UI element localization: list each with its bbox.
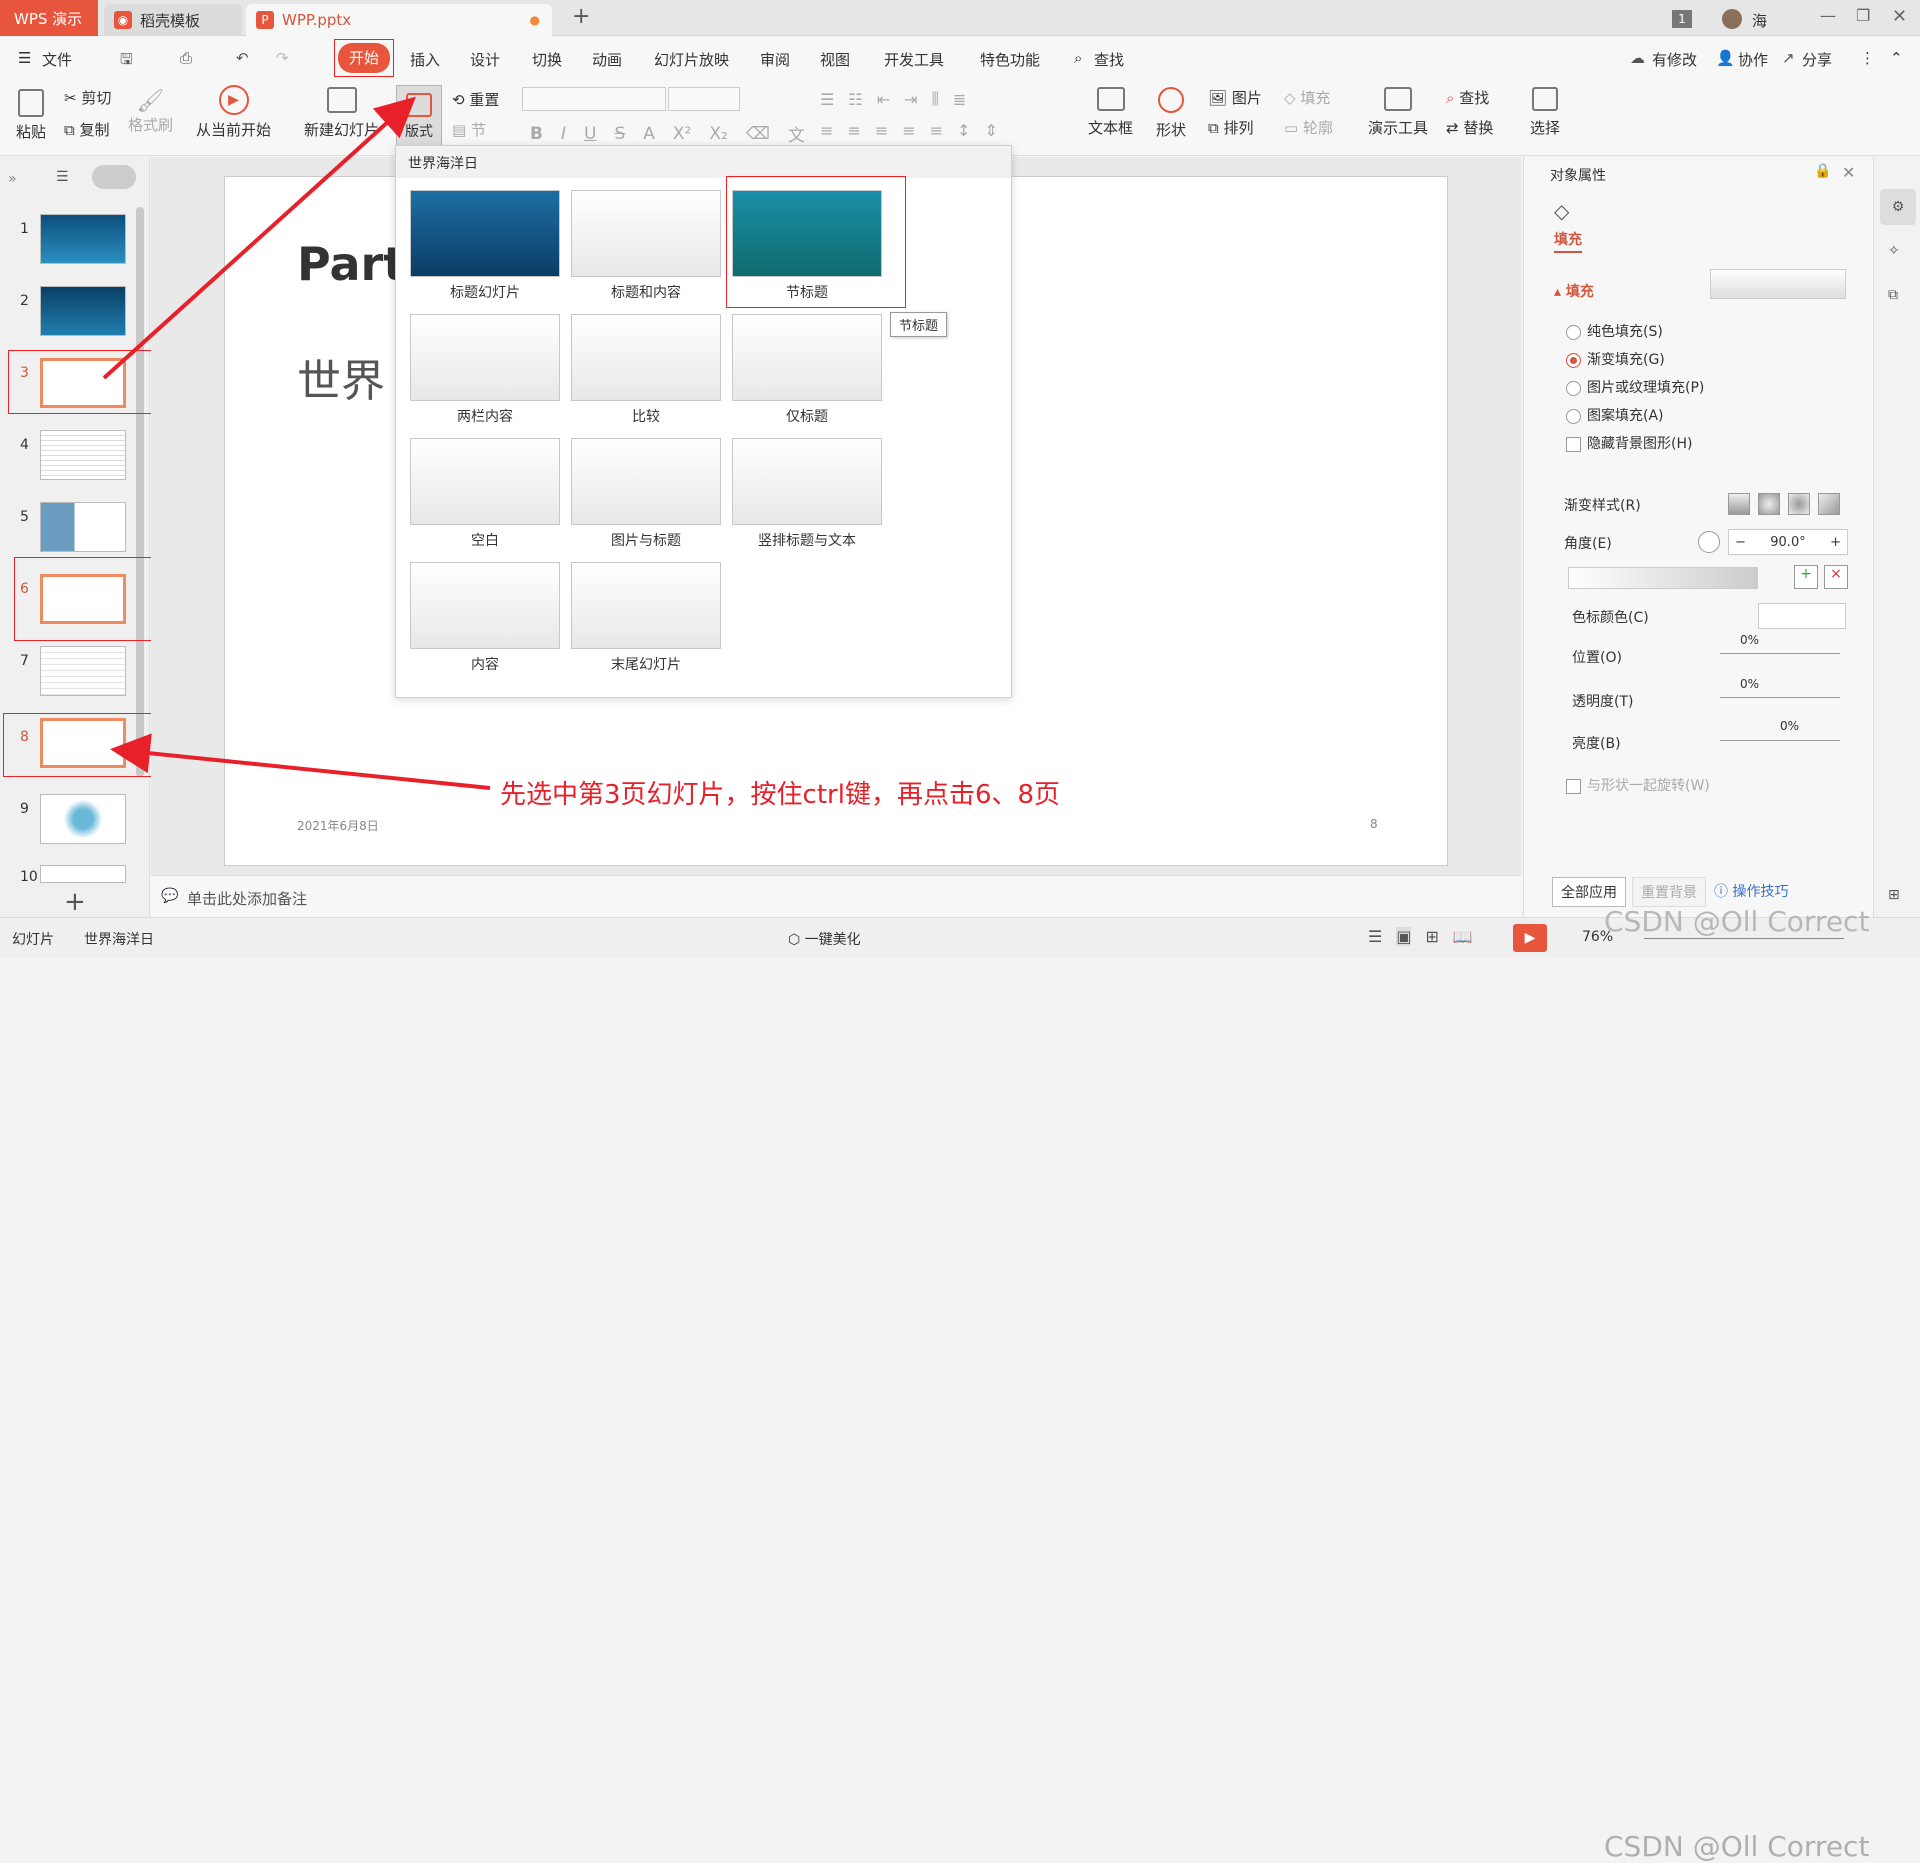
watermark: CSDN @Oll Correct — [1604, 1830, 1870, 1863]
annotation-text: 先选中第3页幻灯片，按住ctrl键，再点击6、8页 — [500, 780, 1061, 810]
arrow-to-slide-8 — [110, 733, 491, 790]
annotation-arrows — [102, 96, 491, 790]
arrow-to-layout — [102, 96, 416, 380]
